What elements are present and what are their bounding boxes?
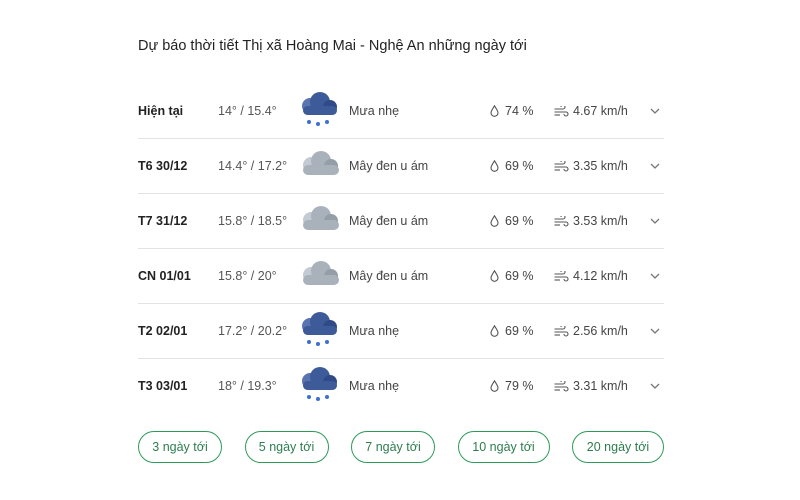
forecast-row[interactable]: CN 01/01 15.8° / 20° Mây đen u ám 69 % 4… bbox=[138, 249, 664, 304]
day-label: T3 03/01 bbox=[138, 379, 188, 393]
wind: 4.67 km/h bbox=[554, 104, 628, 118]
wind-icon bbox=[554, 160, 569, 172]
chevron-down-icon[interactable] bbox=[648, 379, 662, 393]
humidity-value: 69 % bbox=[505, 214, 534, 228]
temperature-range: 15.8° / 18.5° bbox=[218, 214, 288, 228]
droplet-icon bbox=[490, 380, 499, 392]
wind: 3.53 km/h bbox=[554, 214, 628, 228]
humidity-value: 69 % bbox=[505, 159, 534, 173]
forecast-row[interactable]: Hiện tại 14° / 15.4° Mưa nhẹ 74 % 4.67 k… bbox=[138, 84, 664, 139]
forecast-range-buttons: 3 ngày tới 5 ngày tới 7 ngày tới 10 ngày… bbox=[138, 431, 664, 463]
humidity: 69 % bbox=[490, 269, 534, 283]
chevron-down-icon[interactable] bbox=[648, 104, 662, 118]
humidity-value: 69 % bbox=[505, 324, 534, 338]
condition-text: Mây đen u ám bbox=[349, 269, 429, 283]
overcast-cloud-icon bbox=[296, 202, 342, 240]
overcast-cloud-icon bbox=[296, 147, 342, 185]
humidity-value: 74 % bbox=[505, 104, 534, 118]
wind-icon bbox=[554, 380, 569, 392]
wind-value: 3.53 km/h bbox=[573, 214, 628, 228]
droplet-icon bbox=[490, 325, 499, 337]
day-label: Hiện tại bbox=[138, 104, 184, 118]
temperature-range: 17.2° / 20.2° bbox=[218, 324, 288, 338]
day-label: T6 30/12 bbox=[138, 159, 188, 173]
chevron-down-icon[interactable] bbox=[648, 269, 662, 283]
day-label: T7 31/12 bbox=[138, 214, 188, 228]
wind: 3.31 km/h bbox=[554, 379, 628, 393]
condition-text: Mây đen u ám bbox=[349, 159, 429, 173]
temperature-range: 14.4° / 17.2° bbox=[218, 159, 288, 173]
range-20-days-button[interactable]: 20 ngày tới bbox=[572, 431, 664, 463]
wind: 4.12 km/h bbox=[554, 269, 628, 283]
forecast-row[interactable]: T7 31/12 15.8° / 18.5° Mây đen u ám 69 %… bbox=[138, 194, 664, 249]
condition-text: Mưa nhẹ bbox=[349, 104, 400, 118]
temperature-range: 18° / 19.3° bbox=[218, 379, 277, 393]
range-3-days-button[interactable]: 3 ngày tới bbox=[138, 431, 222, 463]
humidity: 69 % bbox=[490, 159, 534, 173]
forecast-row[interactable]: T3 03/01 18° / 19.3° Mưa nhẹ 79 % 3.31 k… bbox=[138, 359, 664, 413]
wind-value: 2.56 km/h bbox=[573, 324, 628, 338]
wind-icon bbox=[554, 215, 569, 227]
wind-icon bbox=[554, 105, 569, 117]
droplet-icon bbox=[490, 160, 499, 172]
range-10-days-button[interactable]: 10 ngày tới bbox=[457, 431, 550, 463]
day-label: T2 02/01 bbox=[138, 324, 188, 338]
humidity-value: 79 % bbox=[505, 379, 534, 393]
wind-value: 4.67 km/h bbox=[573, 104, 628, 118]
range-5-days-button[interactable]: 5 ngày tới bbox=[244, 431, 329, 463]
condition-text: Mưa nhẹ bbox=[349, 379, 400, 393]
wind-icon bbox=[554, 325, 569, 337]
day-label: CN 01/01 bbox=[138, 269, 191, 283]
forecast-row[interactable]: T6 30/12 14.4° / 17.2° Mây đen u ám 69 %… bbox=[138, 139, 664, 194]
rain-cloud-icon bbox=[296, 367, 342, 405]
condition-text: Mây đen u ám bbox=[349, 214, 429, 228]
humidity: 69 % bbox=[490, 214, 534, 228]
humidity: 69 % bbox=[490, 324, 534, 338]
wind: 2.56 km/h bbox=[554, 324, 628, 338]
range-7-days-button[interactable]: 7 ngày tới bbox=[351, 431, 435, 463]
overcast-cloud-icon bbox=[296, 257, 342, 295]
temperature-range: 14° / 15.4° bbox=[218, 104, 277, 118]
rain-cloud-icon bbox=[296, 92, 342, 130]
rain-cloud-icon bbox=[296, 312, 342, 350]
droplet-icon bbox=[490, 105, 499, 117]
chevron-down-icon[interactable] bbox=[648, 159, 662, 173]
humidity: 74 % bbox=[490, 104, 534, 118]
wind: 3.35 km/h bbox=[554, 159, 628, 173]
condition-text: Mưa nhẹ bbox=[349, 324, 400, 338]
wind-icon bbox=[554, 270, 569, 282]
chevron-down-icon[interactable] bbox=[648, 214, 662, 228]
wind-value: 3.31 km/h bbox=[573, 379, 628, 393]
page-title: Dự báo thời tiết Thị xã Hoàng Mai - Nghệ… bbox=[138, 38, 527, 54]
forecast-list: Hiện tại 14° / 15.4° Mưa nhẹ 74 % 4.67 k… bbox=[138, 84, 664, 413]
humidity: 79 % bbox=[490, 379, 534, 393]
wind-value: 3.35 km/h bbox=[573, 159, 628, 173]
forecast-row[interactable]: T2 02/01 17.2° / 20.2° Mưa nhẹ 69 % 2.56… bbox=[138, 304, 664, 359]
temperature-range: 15.8° / 20° bbox=[218, 269, 277, 283]
droplet-icon bbox=[490, 270, 499, 282]
droplet-icon bbox=[490, 215, 499, 227]
wind-value: 4.12 km/h bbox=[573, 269, 628, 283]
chevron-down-icon[interactable] bbox=[648, 324, 662, 338]
humidity-value: 69 % bbox=[505, 269, 534, 283]
